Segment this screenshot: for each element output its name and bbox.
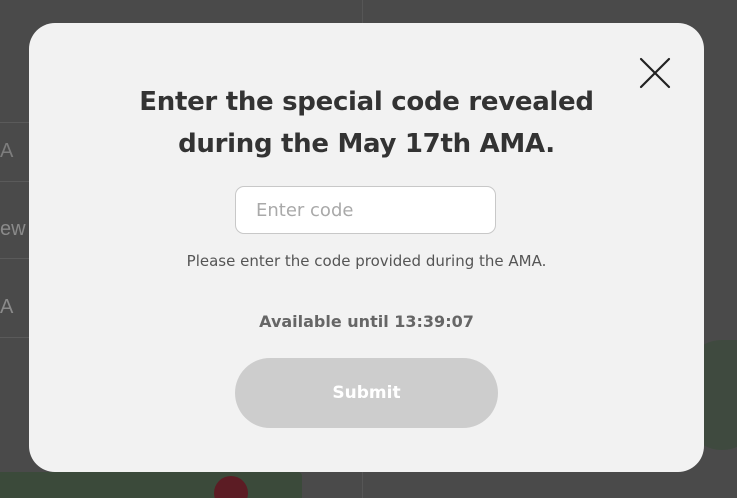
code-entry-modal: Enter the special code revealed during t… (29, 23, 704, 472)
background-row-text: A (0, 296, 14, 318)
submit-button[interactable]: Submit (235, 358, 498, 428)
background-row-text: A (0, 140, 14, 162)
background-row-text: ew (0, 218, 26, 240)
modal-title: Enter the special code revealed during t… (29, 81, 704, 165)
availability-countdown: Available until 13:39:07 (259, 312, 474, 331)
code-input[interactable] (235, 186, 496, 234)
page-viewport: A ew A Enter the special code revealed d… (0, 0, 737, 498)
helper-text: Please enter the code provided during th… (186, 252, 547, 270)
modal-title-line: Enter the special code revealed (139, 87, 594, 117)
background-card (0, 472, 302, 498)
modal-title-line: during the May 17th AMA. (178, 129, 555, 159)
